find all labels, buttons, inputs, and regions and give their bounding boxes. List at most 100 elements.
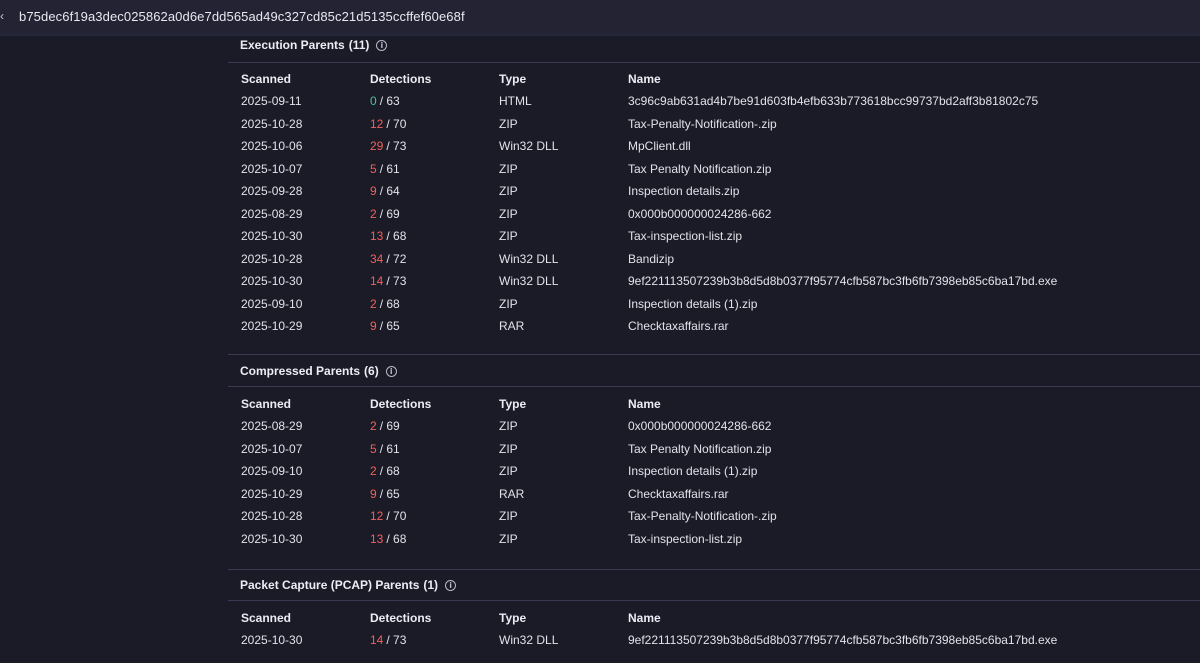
- table-row[interactable]: 2025-08-29 2/ 69 ZIP 0x000b000000024286-662: [228, 415, 1188, 438]
- info-icon[interactable]: i: [376, 40, 388, 51]
- table-row[interactable]: 2025-10-29 9/ 65 RAR Checktaxaffairs.rar: [228, 483, 1188, 506]
- table-row[interactable]: 2025-10-30 14/ 73 Win32 DLL 9ef221113507239…: [228, 629, 1188, 652]
- detections-total: / 68: [379, 296, 400, 311]
- scanned-date: 2025-10-30: [241, 229, 303, 244]
- detections-total: / 73: [386, 274, 407, 289]
- detections-total: / 70: [386, 116, 407, 131]
- table-row[interactable]: 2025-10-07 5/ 61 ZIP Tax Penalty Notificati…: [228, 438, 1188, 461]
- detections-positive: 34: [370, 251, 384, 266]
- detections-positive: 12: [370, 116, 384, 131]
- scanned-date: 2025-10-28: [241, 509, 303, 524]
- top-bar: ‹ b75dec6f19a3dec025862a0d6e7dd565ad49c3…: [0, 0, 1200, 34]
- table-row[interactable]: 2025-08-29 2/ 69 ZIP 0x000b000000024286-662: [228, 203, 1188, 226]
- detections-cell: 5/ 61: [370, 158, 499, 181]
- detections-cell: 9/ 64: [370, 180, 499, 203]
- table-row[interactable]: 2025-10-07 5/ 61 ZIP Tax Penalty Notificati…: [228, 158, 1188, 181]
- detections-positive: 13: [370, 531, 384, 546]
- column-header-scanned[interactable]: Scanned: [228, 393, 370, 415]
- file-name-link[interactable]: Tax Penalty Notification.zip: [628, 158, 1188, 181]
- detections-cell: 2/ 68: [370, 460, 499, 483]
- section-divider: [228, 354, 1200, 355]
- file-name-link[interactable]: 0x000b000000024286-662: [628, 415, 1188, 438]
- file-type: Win32 DLL: [499, 274, 559, 289]
- detections-cell: 12/ 70: [370, 113, 499, 136]
- file-type: ZIP: [499, 116, 518, 131]
- file-name-link[interactable]: 3c96c9ab631ad4b7be91d603fb4efb633b773618…: [628, 90, 1188, 113]
- table-row[interactable]: 2025-09-10 2/ 68 ZIP Inspection details (1)…: [228, 293, 1188, 316]
- column-header-scanned[interactable]: Scanned: [228, 607, 370, 629]
- file-type: ZIP: [499, 184, 518, 199]
- column-header-name[interactable]: Name: [628, 68, 1188, 90]
- column-header-name[interactable]: Name: [628, 607, 1188, 629]
- file-name-link[interactable]: Inspection details.zip: [628, 180, 1188, 203]
- scanned-date: 2025-10-28: [241, 116, 303, 131]
- file-name-link[interactable]: MpClient.dll: [628, 135, 1188, 158]
- file-name-link[interactable]: Checktaxaffairs.rar: [628, 483, 1188, 506]
- file-type: ZIP: [499, 229, 518, 244]
- detections-cell: 14/ 73: [370, 629, 499, 652]
- table-row[interactable]: 2025-09-11 0/ 63 HTML 3c96c9ab631ad4b7be91d…: [228, 90, 1188, 113]
- file-name-link[interactable]: Checktaxaffairs.rar: [628, 315, 1188, 338]
- file-name-link[interactable]: 9ef221113507239b3b8d5d8b0377f95774cfb587…: [628, 629, 1188, 652]
- file-name-link[interactable]: Tax-inspection-list.zip: [628, 225, 1188, 248]
- detections-positive: 9: [370, 184, 377, 199]
- detections-cell: 12/ 70: [370, 505, 499, 528]
- detections-total: / 61: [379, 441, 400, 456]
- section-title: Execution Parents (11) i: [240, 36, 388, 54]
- column-header-name[interactable]: Name: [628, 393, 1188, 415]
- column-header-scanned[interactable]: Scanned: [228, 68, 370, 90]
- file-type: HTML: [499, 94, 532, 109]
- detections-cell: 9/ 65: [370, 483, 499, 506]
- detections-positive: 5: [370, 441, 377, 456]
- column-header-type[interactable]: Type: [499, 607, 628, 629]
- file-name-link[interactable]: Tax-Penalty-Notification-.zip: [628, 113, 1188, 136]
- detections-cell: 14/ 73: [370, 270, 499, 293]
- detections-total: / 68: [379, 464, 400, 479]
- detections-cell: 5/ 61: [370, 438, 499, 461]
- column-header-detections[interactable]: Detections: [370, 607, 499, 629]
- detections-positive: 14: [370, 633, 384, 648]
- detections-total: / 65: [379, 486, 400, 501]
- info-icon[interactable]: i: [385, 366, 397, 377]
- table-row[interactable]: 2025-10-29 9/ 65 RAR Checktaxaffairs.rar: [228, 315, 1188, 338]
- file-name-link[interactable]: Bandizip: [628, 248, 1188, 271]
- detections-cell: 29/ 73: [370, 135, 499, 158]
- detections-positive: 2: [370, 464, 377, 479]
- detections-total: / 64: [379, 184, 400, 199]
- detections-positive: 0: [370, 94, 377, 109]
- file-type: ZIP: [499, 296, 518, 311]
- table-row[interactable]: 2025-09-28 9/ 64 ZIP Inspection details.zip: [228, 180, 1188, 203]
- file-name-link[interactable]: Tax Penalty Notification.zip: [628, 438, 1188, 461]
- table-row[interactable]: 2025-10-30 13/ 68 ZIP Tax-inspection-list.z…: [228, 225, 1188, 248]
- table-row[interactable]: 2025-10-28 34/ 72 Win32 DLL Bandizip: [228, 248, 1188, 271]
- column-header-type[interactable]: Type: [499, 68, 628, 90]
- column-header-detections[interactable]: Detections: [370, 393, 499, 415]
- table-row[interactable]: 2025-10-28 12/ 70 ZIP Tax-Penalty-Notificat…: [228, 505, 1188, 528]
- info-icon[interactable]: i: [445, 580, 457, 591]
- table-row[interactable]: 2025-10-28 12/ 70 ZIP Tax-Penalty-Notificat…: [228, 113, 1188, 136]
- table-row[interactable]: 2025-10-30 13/ 68 ZIP Tax-inspection-list.z…: [228, 528, 1188, 551]
- file-name-link[interactable]: Inspection details (1).zip: [628, 460, 1188, 483]
- scanned-date: 2025-10-30: [241, 633, 303, 648]
- scanned-date: 2025-10-30: [241, 274, 303, 289]
- file-name-link[interactable]: Tax-Penalty-Notification-.zip: [628, 505, 1188, 528]
- file-name-link[interactable]: Inspection details (1).zip: [628, 293, 1188, 316]
- table-header-row: Scanned Detections Type Name: [228, 607, 1188, 629]
- file-name-link[interactable]: Tax-inspection-list.zip: [628, 528, 1188, 551]
- file-name-link[interactable]: 9ef221113507239b3b8d5d8b0377f95774cfb587…: [628, 270, 1188, 293]
- column-header-detections[interactable]: Detections: [370, 68, 499, 90]
- detections-cell: 2/ 68: [370, 293, 499, 316]
- table-row[interactable]: 2025-10-06 29/ 73 Win32 DLL MpClient.dll: [228, 135, 1188, 158]
- column-header-type[interactable]: Type: [499, 393, 628, 415]
- detections-total: / 65: [379, 319, 400, 334]
- chevron-left-icon[interactable]: ‹: [0, 9, 4, 23]
- scanned-date: 2025-09-28: [241, 184, 303, 199]
- section-title-text: Compressed Parents: [240, 364, 361, 378]
- file-name-link[interactable]: 0x000b000000024286-662: [628, 203, 1188, 226]
- detections-positive: 13: [370, 229, 384, 244]
- table-header-row: Scanned Detections Type Name: [228, 68, 1188, 90]
- relations-panel: Execution Parents (11) i Scanned Detection…: [228, 36, 1200, 663]
- detections-total: / 69: [379, 419, 400, 434]
- table-row[interactable]: 2025-09-10 2/ 68 ZIP Inspection details (1)…: [228, 460, 1188, 483]
- table-row[interactable]: 2025-10-30 14/ 73 Win32 DLL 9ef221113507239…: [228, 270, 1188, 293]
